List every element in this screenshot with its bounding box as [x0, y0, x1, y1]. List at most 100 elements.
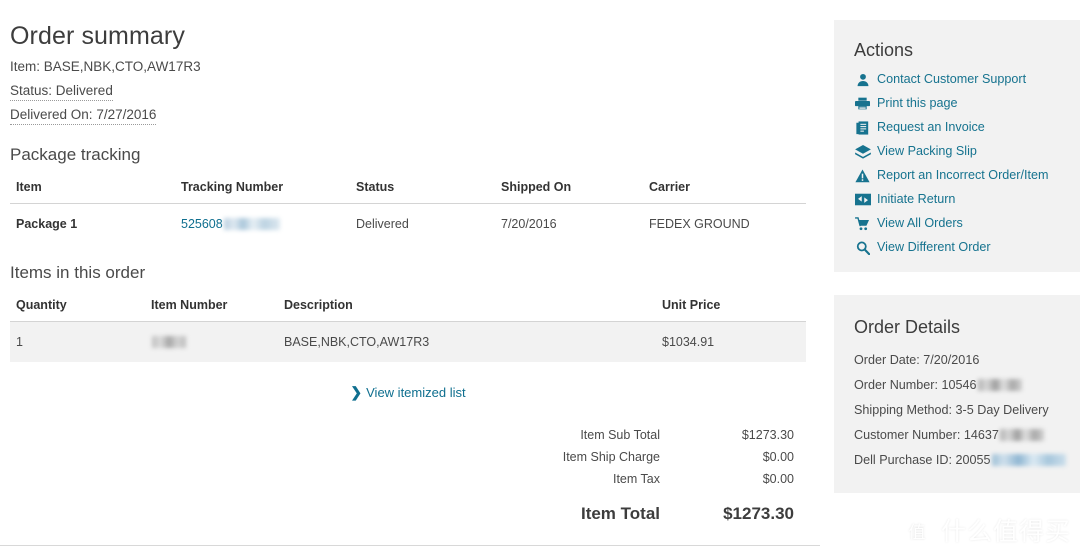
- order-number-redaction: [977, 378, 1022, 391]
- cell-carrier: FEDEX GROUND: [649, 217, 750, 231]
- detail-label: Dell Purchase ID:: [854, 453, 952, 467]
- order-item-value: BASE,NBK,CTO,AW17R3: [43, 59, 201, 74]
- order-details-panel: Order Details Order Date: 7/20/2016 Orde…: [834, 295, 1080, 493]
- order-summary-page: Order summary Item: BASE,NBK,CTO,AW17R3 …: [0, 0, 1080, 552]
- dell-purchase-id-redaction: [991, 453, 1066, 466]
- cell-description: BASE,NBK,CTO,AW17R3: [278, 321, 656, 362]
- detail-customer-number: Customer Number: 14637: [854, 423, 1060, 448]
- totals-row-subtotal: Item Sub Total $1273.30: [563, 424, 806, 446]
- table-row: 1 BASE,NBK,CTO,AW17R3 $1034.91: [10, 321, 806, 362]
- person-icon: [854, 72, 871, 87]
- items-in-order-table: Quantity Item Number Description Unit Pr…: [10, 294, 806, 362]
- printer-icon: [854, 96, 871, 111]
- action-view-all-orders[interactable]: View All Orders: [854, 215, 1060, 232]
- cell-tracking-number: 525608: [175, 204, 350, 245]
- cart-icon: [854, 216, 871, 231]
- detail-order-date: Order Date: 7/20/2016: [854, 348, 1060, 373]
- action-label[interactable]: Print this page: [877, 95, 958, 112]
- order-delivered-on-tooltip[interactable]: Delivered On: 7/27/2016: [10, 106, 157, 125]
- action-label[interactable]: View Different Order: [877, 239, 991, 256]
- table-header-row: Quantity Item Number Description Unit Pr…: [10, 294, 806, 322]
- col-header-carrier: Carrier: [643, 176, 806, 204]
- order-delivered-on-line: Delivered On: 7/27/2016: [10, 104, 806, 126]
- order-status-label: Status:: [10, 83, 53, 98]
- col-header-shipped-on: Shipped On: [495, 176, 643, 204]
- cell-item-number: [145, 321, 278, 362]
- totals-row-tax: Item Tax $0.00: [563, 468, 806, 490]
- action-request-an-invoice[interactable]: Request an Invoice: [854, 119, 1060, 136]
- bottom-divider: [0, 545, 820, 546]
- detail-dell-purchase-id: Dell Purchase ID: 20055: [854, 448, 1066, 473]
- order-item-label: Item:: [10, 59, 41, 74]
- return-arrows-icon: [854, 192, 871, 207]
- action-label[interactable]: View All Orders: [877, 215, 963, 232]
- cell-shipped-on: 7/20/2016: [501, 217, 557, 231]
- order-status-value: Delivered: [55, 83, 113, 98]
- label-item-sub-total: Item Sub Total: [580, 428, 660, 442]
- value-item-sub-total: $1273.30: [741, 428, 794, 442]
- col-header-description: Description: [278, 294, 656, 322]
- label-item-ship-charge: Item Ship Charge: [562, 450, 660, 464]
- label-item-total: Item Total: [580, 504, 660, 523]
- order-details-title: Order Details: [854, 317, 961, 337]
- actions-panel: Actions Contact Customer Support Print t…: [834, 20, 1080, 272]
- layers-icon: [854, 144, 871, 159]
- totals-row-item-total: Item Total $1273.30: [563, 490, 806, 528]
- action-label[interactable]: Initiate Return: [877, 191, 955, 208]
- document-icon: [854, 120, 871, 135]
- col-header-tracking-number: Tracking Number: [175, 176, 350, 204]
- action-label[interactable]: Request an Invoice: [877, 119, 985, 136]
- action-label[interactable]: View Packing Slip: [877, 143, 977, 160]
- tracking-number-redaction: [223, 217, 280, 230]
- col-header-item: Item: [10, 176, 175, 204]
- item-number-redaction: [152, 335, 186, 348]
- cell-package-item: Package 1: [16, 217, 78, 231]
- main-content: Order summary Item: BASE,NBK,CTO,AW17R3 …: [0, 0, 820, 552]
- cell-unit-price: $1034.91: [656, 321, 806, 362]
- package-tracking-title: Package tracking: [10, 145, 141, 164]
- cell-quantity: 1: [10, 321, 145, 362]
- detail-label: Order Date:: [854, 353, 920, 367]
- order-status-tooltip[interactable]: Status: Delivered: [10, 82, 113, 101]
- view-itemized-list-label: View itemized list: [366, 385, 466, 400]
- detail-value: 20055: [955, 453, 991, 467]
- package-tracking-table: Item Tracking Number Status Shipped On C…: [10, 176, 806, 244]
- order-delivered-on-value: 7/27/2016: [96, 107, 157, 122]
- detail-value: 7/20/2016: [923, 353, 980, 367]
- action-report-incorrect-order[interactable]: Report an Incorrect Order/Item: [854, 167, 1060, 184]
- action-initiate-return[interactable]: Initiate Return: [854, 191, 1060, 208]
- action-view-packing-slip[interactable]: View Packing Slip: [854, 143, 1060, 160]
- totals-row-ship-charge: Item Ship Charge $0.00: [563, 446, 806, 468]
- order-totals-table: Item Sub Total $1273.30 Item Ship Charge…: [563, 424, 806, 528]
- items-in-order-title: Items in this order: [10, 263, 146, 282]
- col-header-unit-price: Unit Price: [656, 294, 806, 322]
- detail-value: 3-5 Day Delivery: [955, 403, 1049, 417]
- action-contact-customer-support[interactable]: Contact Customer Support: [854, 71, 1060, 88]
- tracking-number-link[interactable]: 525608: [181, 217, 223, 231]
- action-label[interactable]: Contact Customer Support: [877, 71, 1026, 88]
- search-icon: [854, 240, 871, 255]
- table-header-row: Item Tracking Number Status Shipped On C…: [10, 176, 806, 204]
- action-view-different-order[interactable]: View Different Order: [854, 239, 1060, 256]
- order-delivered-on-label: Delivered On:: [10, 107, 93, 122]
- table-row: Package 1 525608 Delivered 7/20/2016 FED…: [10, 204, 806, 245]
- page-title: Order summary: [10, 22, 185, 50]
- value-item-ship-charge: $0.00: [762, 450, 794, 464]
- label-item-tax: Item Tax: [612, 472, 660, 486]
- detail-value: 10546: [941, 378, 977, 392]
- chevron-right-icon: ❯: [350, 384, 363, 400]
- action-label[interactable]: Report an Incorrect Order/Item: [877, 167, 1048, 184]
- col-header-status: Status: [350, 176, 495, 204]
- view-itemized-list-link[interactable]: ❯ View itemized list: [350, 384, 466, 400]
- detail-order-number: Order Number: 10546: [854, 373, 1060, 398]
- view-itemized-list-wrap: ❯ View itemized list: [10, 384, 806, 402]
- customer-number-redaction: [999, 428, 1044, 441]
- detail-label: Customer Number:: [854, 428, 961, 442]
- order-item-line: Item: BASE,NBK,CTO,AW17R3: [10, 56, 806, 78]
- sidebar: Actions Contact Customer Support Print t…: [834, 0, 1080, 552]
- detail-shipping-method: Shipping Method: 3-5 Day Delivery: [854, 398, 1060, 423]
- cell-package-status: Delivered: [356, 217, 409, 231]
- value-item-tax: $0.00: [762, 472, 794, 486]
- action-print-this-page[interactable]: Print this page: [854, 95, 1060, 112]
- col-header-quantity: Quantity: [10, 294, 145, 322]
